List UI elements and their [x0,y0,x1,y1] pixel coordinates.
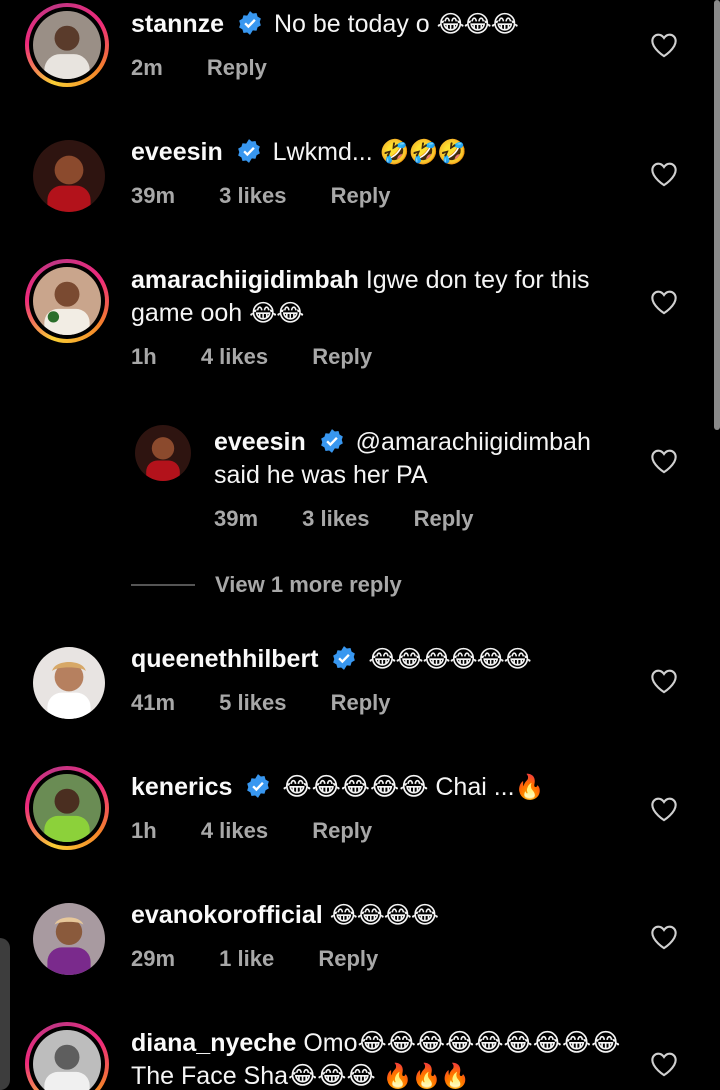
comment-time: 29m [131,946,176,971]
divider [131,584,195,586]
comment-emoji: 😂😂😂 [436,11,519,38]
heart-icon[interactable] [650,289,678,315]
heart-icon[interactable] [650,161,678,187]
avatar[interactable] [25,259,109,343]
comment-likes[interactable]: 4 likes [201,344,268,369]
heart-icon[interactable] [650,1051,678,1077]
reply-button[interactable]: Reply [331,183,391,208]
verified-badge-icon [237,139,260,163]
avatar[interactable] [33,647,105,719]
comment-likes[interactable]: 3 likes [219,183,286,208]
comment-emoji: 😂😂😂😂😂😂 [368,646,531,673]
verified-badge-icon [320,429,343,453]
comment-username[interactable]: diana_nyeche [131,1029,296,1057]
comment-username[interactable]: eveesin [131,138,223,166]
comment-time: 39m [131,183,176,208]
comment-username[interactable]: amarachiigidimbah [131,266,359,294]
view-more-replies-button[interactable]: View 1 more reply [131,572,402,598]
comment-likes[interactable]: 3 likes [302,506,369,531]
comment-likes[interactable]: 1 like [219,946,274,971]
scrollbar[interactable] [714,0,720,430]
reply-button[interactable]: Reply [207,55,267,80]
comment-time: 41m [131,690,176,715]
heart-icon[interactable] [650,924,678,950]
comment-username[interactable]: eveesin [214,428,306,456]
reply-button[interactable]: Reply [312,818,372,843]
reply-button[interactable]: Reply [414,506,474,531]
avatar[interactable] [135,425,191,481]
heart-icon[interactable] [650,668,678,694]
avatar[interactable] [25,3,109,87]
avatar[interactable] [25,766,109,850]
heart-icon[interactable] [650,448,678,474]
heart-icon[interactable] [650,796,678,822]
comment-time: 1h [131,818,157,843]
heart-icon[interactable] [650,32,678,58]
verified-badge-icon [247,774,270,798]
verified-badge-icon [333,646,356,670]
comment-emoji: 🤣🤣🤣 [379,139,468,166]
comments-screen: stannze No be today o 😂😂😂 2m Reply evees… [0,0,720,1090]
comment-emoji: 😂😂😂😂 [329,902,439,929]
comment-text: 😂😂😂😂😂 Chai ... [282,773,515,801]
verified-badge-icon [239,11,261,35]
comment-likes[interactable]: 5 likes [219,690,286,715]
comment-username[interactable]: kenerics [131,773,232,801]
comment-username[interactable]: stannze [131,10,224,38]
comment-text: No be today o [274,10,430,38]
comment-emoji: 🔥🔥🔥 [382,1063,471,1090]
reply-button[interactable]: Reply [331,690,391,715]
comment-emoji: 🔥 [514,774,545,801]
reply-button[interactable]: Reply [318,946,378,971]
comment-likes[interactable]: 4 likes [201,818,268,843]
view-more-replies-label[interactable]: View 1 more reply [215,572,402,598]
comment-username[interactable]: queenethhilbert [131,645,319,673]
avatar[interactable] [33,903,105,975]
comment-text: Lwkmd... [272,138,373,166]
comment-username[interactable]: evanokorofficial [131,901,323,929]
avatar[interactable] [33,140,105,212]
edge-handle[interactable] [0,938,10,1090]
comment-time: 2m [131,55,163,80]
avatar[interactable] [25,1022,109,1090]
comment-emoji: 😂😂 [249,300,304,327]
reply-button[interactable]: Reply [312,344,372,369]
comment-time: 39m [214,506,259,531]
comment-time: 1h [131,344,157,369]
